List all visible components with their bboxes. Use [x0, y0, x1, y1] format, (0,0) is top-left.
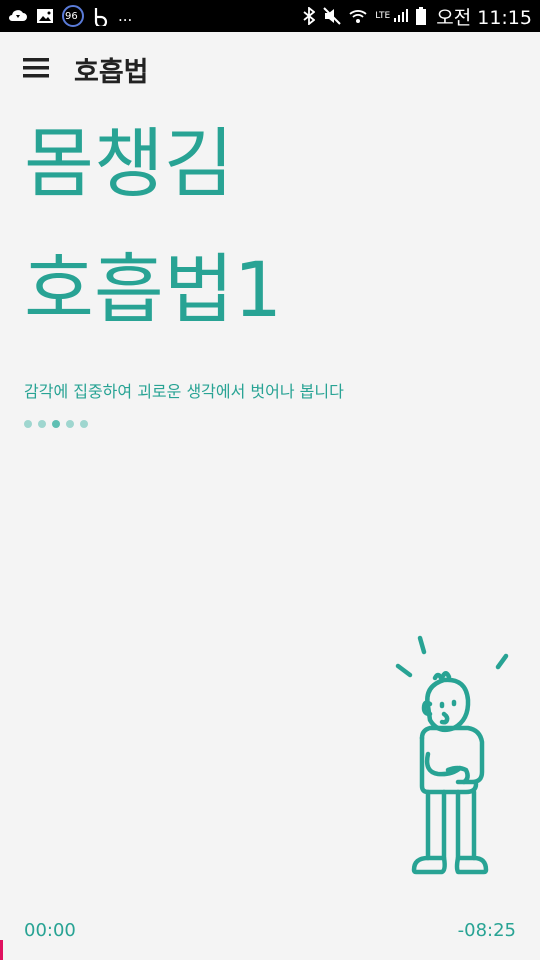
- pager-dots: [24, 420, 88, 428]
- image-icon: [36, 8, 54, 24]
- status-bar-right: LTE 오전 11:15: [303, 3, 532, 30]
- pager-dot[interactable]: [24, 420, 32, 428]
- pager-dot[interactable]: [38, 420, 46, 428]
- pager-dot[interactable]: [80, 420, 88, 428]
- progress-indicator[interactable]: [0, 940, 3, 960]
- pager-dot[interactable]: [66, 420, 74, 428]
- cloud-sync-icon: [8, 8, 28, 24]
- status-time: 오전 11:15: [436, 6, 532, 29]
- wifi-icon: [349, 8, 367, 24]
- person-thinking-illustration: [388, 630, 520, 882]
- mute-icon: [323, 7, 341, 25]
- status-bar: 96 ... LTE 오전 11:15: [0, 0, 540, 32]
- battery-icon: [416, 7, 427, 25]
- status-overflow: ...: [118, 7, 133, 25]
- status-bar-left: 96 ...: [8, 5, 132, 27]
- heading-line-2: 호흡법1: [24, 245, 283, 334]
- badge-96-icon: 96: [62, 5, 84, 27]
- b-icon: [92, 6, 110, 26]
- app-bar: 호흡법: [0, 32, 540, 104]
- heading-line-1: 몸챙김: [24, 119, 234, 208]
- network-label: LTE: [375, 11, 391, 21]
- elapsed-time: 00:00: [24, 920, 76, 941]
- pager-dot-active[interactable]: [52, 420, 60, 428]
- remaining-time: -08:25: [457, 920, 516, 941]
- subtitle: 감각에 집중하여 괴로운 생각에서 벗어나 봅니다: [24, 382, 344, 401]
- page-title: 호흡법: [74, 57, 149, 88]
- hamburger-menu-icon[interactable]: [20, 54, 52, 82]
- lte-signal-icon: LTE: [375, 8, 409, 24]
- bluetooth-icon: [303, 7, 316, 25]
